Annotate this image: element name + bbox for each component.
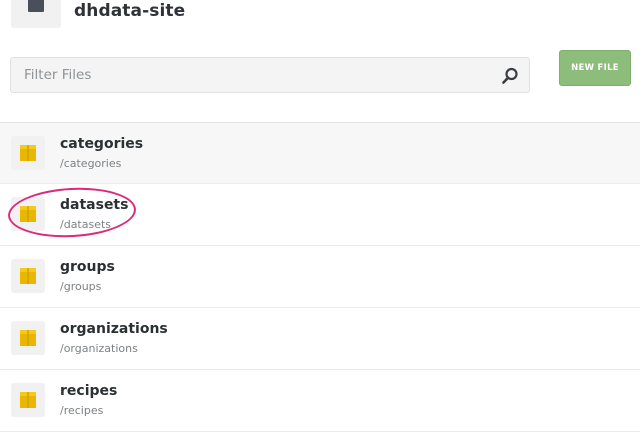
- file-row-groups[interactable]: groups /groups: [0, 246, 640, 308]
- file-row-recipes[interactable]: recipes /recipes: [0, 370, 640, 432]
- file-path: /organizations: [60, 342, 138, 355]
- folder-icon: [11, 136, 45, 170]
- file-path: /groups: [60, 280, 102, 293]
- filter-files-input[interactable]: [11, 58, 491, 92]
- file-name[interactable]: categories: [60, 136, 143, 152]
- file-path: /datasets: [60, 218, 112, 231]
- file-row-organizations[interactable]: organizations /organizations: [0, 308, 640, 370]
- new-file-button[interactable]: NEW FILE: [559, 50, 631, 86]
- search-icon[interactable]: [501, 67, 519, 85]
- file-name[interactable]: recipes: [60, 383, 117, 399]
- file-list: categories /categories datasets /dataset…: [0, 122, 640, 446]
- repo-title[interactable]: dhdata-site: [74, 1, 185, 21]
- file-name[interactable]: groups: [60, 259, 115, 275]
- folder-icon: [11, 197, 45, 231]
- file-name[interactable]: datasets: [60, 197, 128, 213]
- filter-files-box: [10, 57, 530, 93]
- file-path: /recipes: [60, 404, 104, 417]
- folder-icon: [11, 321, 45, 355]
- repository-icon: [11, 0, 61, 28]
- file-path: /categories: [60, 157, 122, 170]
- file-name[interactable]: organizations: [60, 321, 168, 337]
- folder-icon: [11, 383, 45, 417]
- file-row-categories[interactable]: categories /categories: [0, 123, 640, 184]
- file-row-datasets[interactable]: datasets /datasets: [0, 184, 640, 246]
- folder-icon: [11, 259, 45, 293]
- repo-header: dhdata-site: [0, 0, 640, 46]
